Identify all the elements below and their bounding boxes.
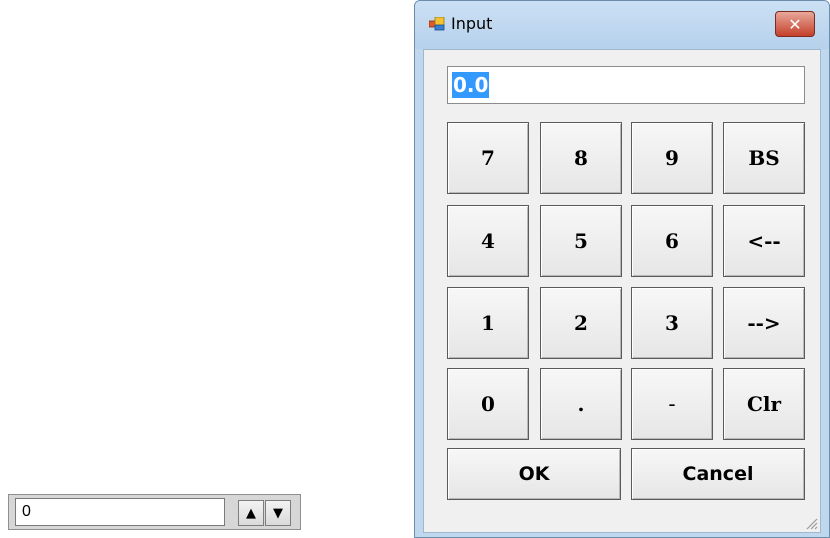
stepper-value-field[interactable]: 0 (15, 498, 225, 526)
arrow-down-icon: ▼ (273, 505, 283, 521)
cursor-right-button[interactable]: --> (723, 287, 805, 359)
key-8[interactable]: 8 (540, 122, 622, 194)
value-input[interactable]: 0.0 (447, 66, 805, 104)
backspace-button[interactable]: BS (723, 122, 805, 194)
key-0[interactable]: 0 (447, 368, 529, 440)
input-dialog: Input ✕ 0.0 7 8 9 BS 4 5 6 <-- 1 2 3 --> (414, 0, 830, 538)
key-2[interactable]: 2 (540, 287, 622, 359)
key-5[interactable]: 5 (540, 205, 622, 277)
arrow-up-icon: ▲ (246, 505, 256, 521)
close-button[interactable]: ✕ (775, 11, 815, 37)
key-4[interactable]: 4 (447, 205, 529, 277)
desktop-canvas: 0 ▲ ▼ Input ✕ 0.0 7 8 9 BS 4 5 6 <-- 1 2… (0, 0, 830, 538)
value-input-text: 0.0 (452, 72, 490, 98)
key-decimal[interactable]: . (540, 368, 622, 440)
key-9[interactable]: 9 (631, 122, 713, 194)
window-app-icon (429, 17, 445, 31)
cursor-left-button[interactable]: <-- (723, 205, 805, 277)
key-6[interactable]: 6 (631, 205, 713, 277)
dialog-client-area: 0.0 7 8 9 BS 4 5 6 <-- 1 2 3 --> 0 . - C… (423, 49, 821, 533)
quantity-stepper[interactable]: 0 ▲ ▼ (8, 494, 301, 530)
window-title: Input (451, 14, 493, 33)
ok-button[interactable]: OK (447, 448, 621, 500)
key-3[interactable]: 3 (631, 287, 713, 359)
clear-button[interactable]: Clr (723, 368, 805, 440)
title-bar[interactable]: Input ✕ (415, 1, 829, 49)
stepper-up-button[interactable]: ▲ (238, 500, 264, 526)
cancel-button[interactable]: Cancel (631, 448, 805, 500)
key-1[interactable]: 1 (447, 287, 529, 359)
resize-grip-icon[interactable] (802, 514, 818, 530)
stepper-down-button[interactable]: ▼ (265, 500, 291, 526)
key-minus[interactable]: - (631, 368, 713, 440)
key-7[interactable]: 7 (447, 122, 529, 194)
close-icon: ✕ (788, 14, 802, 34)
